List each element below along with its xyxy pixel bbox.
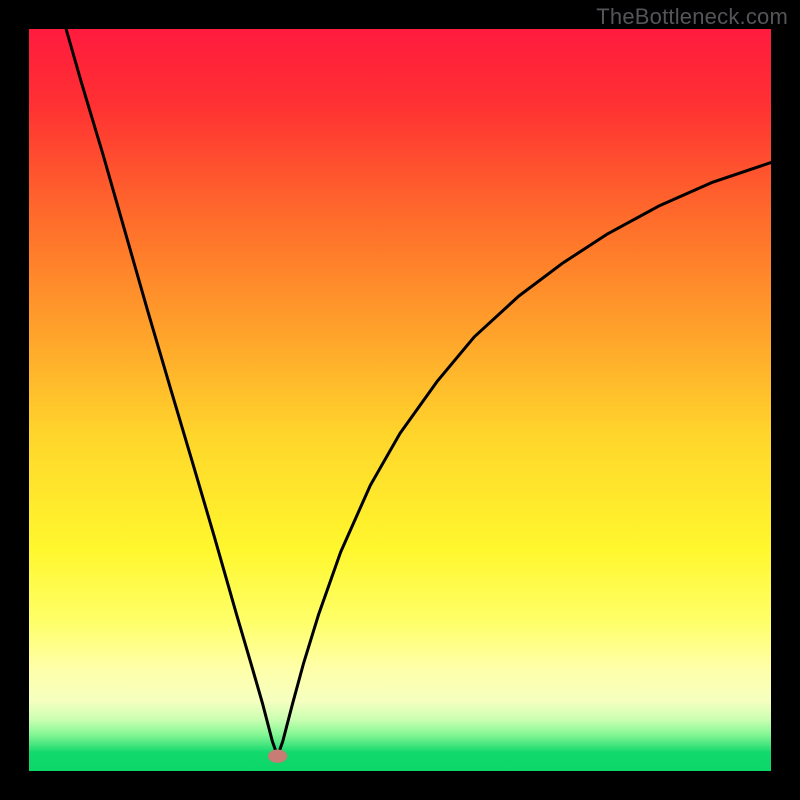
plot-area bbox=[29, 29, 771, 771]
watermark-text: TheBottleneck.com bbox=[596, 4, 788, 30]
chart-frame: TheBottleneck.com bbox=[0, 0, 800, 800]
gradient-background bbox=[29, 29, 771, 771]
chart-svg bbox=[29, 29, 771, 771]
minimum-marker bbox=[268, 749, 287, 762]
